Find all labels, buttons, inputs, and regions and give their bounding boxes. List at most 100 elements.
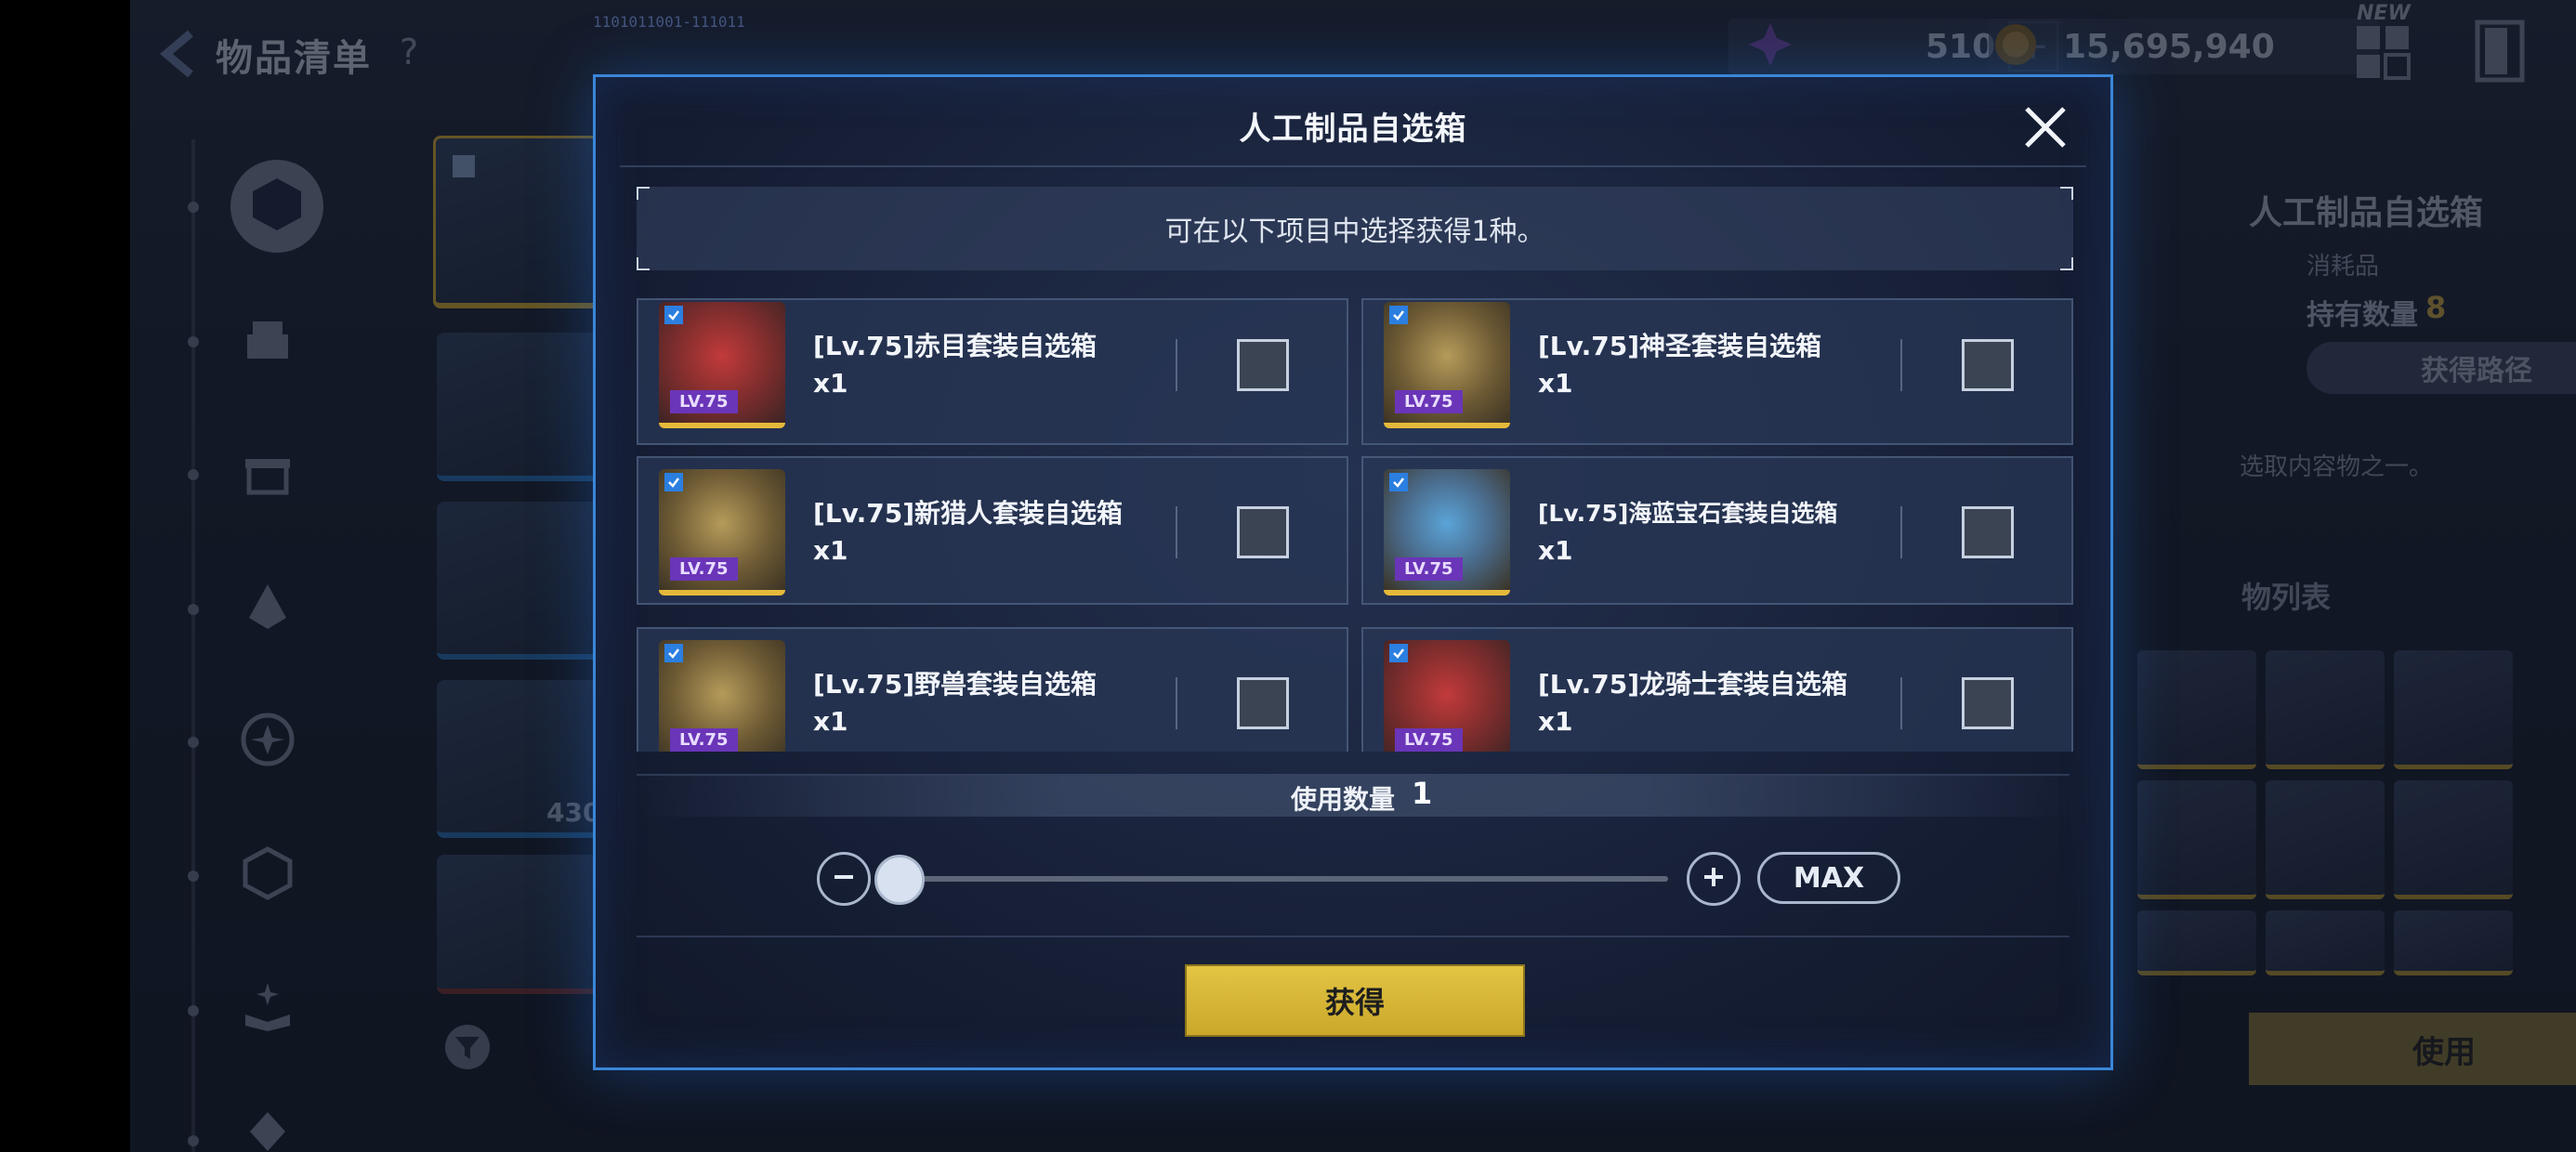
detail-list-title: 物列表 — [2241, 580, 2332, 615]
inventory-item[interactable] — [437, 855, 604, 994]
category-hex-button[interactable] — [230, 838, 305, 912]
armor-icon — [242, 314, 294, 370]
exit-door-icon[interactable] — [2472, 19, 2528, 87]
option-checkbox[interactable] — [1962, 506, 2014, 558]
contents-item[interactable] — [2266, 780, 2385, 899]
option-thumbnail: LV.75 — [1384, 469, 1510, 596]
check-icon — [1389, 306, 1408, 324]
gold-amount: 15,695,940 — [2063, 27, 2275, 66]
option-card[interactable]: LV.75 [Lv.75]赤目套装自选箱 x1 — [637, 298, 1348, 445]
category-all-button[interactable] — [230, 160, 323, 253]
detail-item-name: 人工制品自选箱 — [2249, 194, 2484, 232]
help-button[interactable]: ? — [400, 32, 418, 72]
filter-icon[interactable] — [442, 1022, 493, 1076]
detail-hold-value: 8 — [2425, 290, 2447, 325]
option-checkbox[interactable] — [1237, 339, 1289, 391]
option-checkbox[interactable] — [1237, 677, 1289, 729]
quantity-label: 使用数量 — [1291, 784, 1396, 815]
rail-dot — [188, 871, 199, 882]
option-qty: x1 — [813, 706, 848, 737]
quantity-slider-track[interactable] — [893, 876, 1668, 882]
contents-item[interactable] — [2394, 780, 2513, 899]
option-thumbnail: LV.75 — [659, 640, 785, 752]
option-qty: x1 — [1538, 535, 1573, 566]
acquire-route-button[interactable]: 获得路径 — [2307, 342, 2576, 394]
option-card[interactable]: LV.75 [Lv.75]海蓝宝石套装自选箱 x1 — [1361, 456, 2073, 605]
rail-dot — [188, 202, 199, 213]
increase-quantity-button[interactable] — [1687, 852, 1741, 906]
option-title: [Lv.75]龙骑士套装自选箱 — [1538, 669, 1848, 700]
option-name: [Lv.75]新猎人套装自选箱 x1 — [813, 495, 1148, 569]
option-checkbox[interactable] — [1962, 677, 2014, 729]
detail-item-type: 消耗品 — [2307, 253, 2380, 281]
contents-item[interactable] — [2394, 650, 2513, 769]
option-card[interactable]: LV.75 [Lv.75]新猎人套装自选箱 x1 — [637, 456, 1348, 605]
category-book-button[interactable] — [230, 970, 305, 1044]
option-card[interactable]: LV.75 [Lv.75]野兽套装自选箱 x1 — [637, 627, 1348, 752]
corner-bracket — [2060, 257, 2073, 270]
hexagon-outline-icon — [240, 845, 296, 905]
use-button[interactable]: 使用 — [2249, 1013, 2576, 1085]
inventory-item[interactable] — [437, 333, 604, 481]
option-name: [Lv.75]神圣套装自选箱 x1 — [1538, 328, 1873, 402]
grid-menu-button[interactable]: NEW — [2349, 2, 2414, 85]
contents-item[interactable] — [2266, 910, 2385, 975]
star-badge-icon — [240, 712, 296, 771]
contents-item[interactable] — [2137, 910, 2256, 975]
rail-dot — [188, 604, 199, 615]
option-thumbnail: LV.75 — [1384, 640, 1510, 752]
gem-amount: 510 — [1925, 27, 1996, 66]
hexagon-icon — [247, 175, 307, 238]
corner-bracket — [637, 187, 650, 200]
quantity-value: 1 — [1412, 776, 1433, 811]
obtain-button[interactable]: 获得 — [1185, 964, 1525, 1037]
debug-id-text: 1101011001-111011 — [593, 13, 745, 31]
back-arrow-icon[interactable] — [153, 26, 209, 82]
option-title: [Lv.75]神圣套装自选箱 — [1538, 331, 1822, 361]
corner-bracket — [637, 257, 650, 270]
contents-item[interactable] — [2137, 650, 2256, 769]
gift-icon — [242, 446, 294, 502]
option-checkbox[interactable] — [1962, 339, 2014, 391]
max-quantity-button[interactable]: MAX — [1757, 852, 1900, 904]
option-qty: x1 — [1538, 368, 1573, 399]
category-gift-button[interactable] — [230, 437, 305, 511]
page-title: 物品清单 — [216, 37, 372, 80]
option-thumbnail: LV.75 — [659, 302, 785, 428]
category-equipment-button[interactable] — [230, 305, 305, 379]
book-sparkle-icon — [240, 977, 296, 1037]
divider — [620, 165, 2086, 167]
level-badge: LV.75 — [670, 557, 738, 581]
category-star-button[interactable] — [230, 704, 305, 779]
rail-dot — [188, 737, 199, 748]
inventory-item[interactable] — [437, 502, 604, 660]
quantity-slider-handle[interactable] — [874, 855, 925, 905]
category-diamond-button[interactable] — [230, 1096, 305, 1152]
close-icon[interactable] — [2021, 103, 2070, 151]
option-card[interactable]: LV.75 [Lv.75]神圣套装自选箱 x1 — [1361, 298, 2073, 445]
option-checkbox[interactable] — [1237, 506, 1289, 558]
selection-dialog: 人工制品自选箱 可在以下项目中选择获得1种。 LV.75 [Lv.75]赤目套装… — [593, 74, 2113, 1070]
new-badge: NEW — [2357, 2, 2411, 25]
contents-item[interactable] — [2137, 780, 2256, 899]
decrease-quantity-button[interactable] — [817, 852, 871, 906]
leaf-icon — [242, 581, 294, 636]
option-title: [Lv.75]赤目套装自选箱 — [813, 331, 1097, 361]
option-divider — [1900, 506, 1902, 558]
check-icon — [1389, 473, 1408, 491]
corner-bracket — [2060, 187, 2073, 200]
hint-banner: 可在以下项目中选择获得1种。 — [637, 187, 2073, 270]
contents-item[interactable] — [2266, 650, 2385, 769]
category-rail — [191, 139, 195, 1152]
option-qty: x1 — [813, 368, 848, 399]
option-thumbnail: LV.75 — [659, 469, 785, 596]
category-material-button[interactable] — [230, 571, 305, 646]
option-card[interactable]: LV.75 [Lv.75]龙骑士套装自选箱 x1 — [1361, 627, 2073, 752]
option-divider — [1900, 677, 1902, 729]
rail-dot — [188, 336, 199, 347]
contents-item[interactable] — [2394, 910, 2513, 975]
rail-dot — [188, 469, 199, 480]
options-list[interactable]: LV.75 [Lv.75]赤目套装自选箱 x1 LV.75 [Lv.75]神圣套装… — [637, 298, 2075, 752]
detail-hold-label: 持有数量 — [2307, 299, 2418, 332]
inventory-item-selected[interactable] — [433, 136, 619, 308]
